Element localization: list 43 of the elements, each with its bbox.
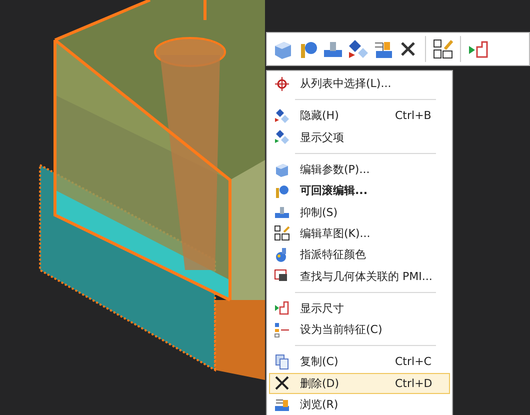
shortcut-text: Ctrl+C [395, 355, 432, 368]
menu-item-label: 删除(D) [300, 376, 340, 391]
delete-icon [274, 375, 290, 392]
menu-item[interactable]: 设为当前特征(C) [269, 318, 450, 340]
menu-item-label: 查找与几何体关联的 PMI... [300, 268, 434, 284]
menu-item-label: 浏览(R) [300, 397, 340, 412]
shortcut-text: Ctrl+B [395, 109, 432, 122]
menu-item[interactable]: 从列表中选择(L)... [269, 73, 450, 94]
crosshair-icon [274, 76, 290, 92]
menu-item[interactable]: 浏览(R) [269, 394, 450, 415]
menu-item[interactable]: 隐藏(H) Ctrl+B [269, 105, 450, 127]
shortcut-text: Ctrl+D [395, 376, 434, 390]
menu-item-label: 设为当前特征(C) [300, 322, 384, 338]
menu-item-label: 指派特征颜色 [300, 247, 367, 262]
menu-item[interactable]: 抑制(S) [269, 201, 450, 223]
menu-item[interactable]: 编辑草图(K)... [269, 222, 450, 244]
diamonds-icon[interactable] [346, 37, 370, 61]
triangle-frame-icon [274, 300, 290, 316]
menu-item-label: 编辑参数(P)... [300, 162, 371, 178]
menu-item-label: 复制(C) [300, 354, 340, 370]
diamonds-icon [274, 129, 290, 146]
sketch-pencil-icon[interactable] [431, 37, 455, 61]
menu-item[interactable]: 查找与几何体关联的 PMI... [269, 265, 450, 287]
menu-item[interactable]: 显示父项 [269, 126, 450, 148]
cube-icon [274, 162, 290, 178]
menu-item-label: 显示父项 [300, 130, 345, 145]
sketch-pencil-icon [274, 225, 290, 242]
menu-item-label: 从列表中选择(L)... [300, 76, 392, 92]
menu-item[interactable]: 指派特征颜色 [269, 244, 450, 266]
diamonds-icon [274, 108, 290, 124]
block-icon [274, 204, 290, 220]
menu-item-label: 可回滚编辑... [300, 183, 369, 198]
menu-item[interactable]: 删除(D) Ctrl+D [269, 372, 450, 394]
menu-item-label: 显示尺寸 [300, 300, 345, 316]
menu-item[interactable]: 显示尺寸 [269, 298, 450, 319]
menu-item-label: 抑制(S) [300, 204, 339, 220]
menu-item[interactable]: 可回滚编辑... [269, 180, 450, 202]
menu-item-label: 编辑草图(K)... [300, 226, 372, 241]
copy-icon [274, 354, 290, 370]
browse-icon [274, 396, 290, 412]
menu-item[interactable]: 复制(C) Ctrl+C [269, 351, 450, 373]
menu-item[interactable]: 编辑参数(P)... [269, 158, 450, 180]
menu-item-label: 隐藏(H) [300, 108, 340, 124]
